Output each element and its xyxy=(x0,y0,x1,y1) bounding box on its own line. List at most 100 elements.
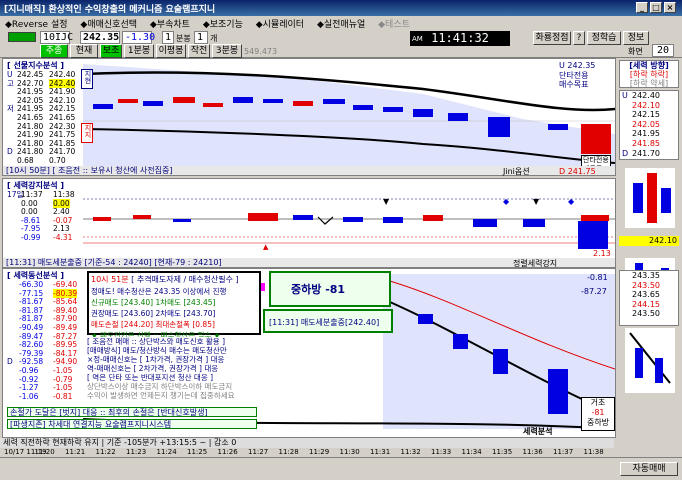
row-value: 0.68 xyxy=(17,156,34,165)
tab-ma[interactable]: 이평봉 xyxy=(156,44,186,58)
direction-sub: [하락 하락] xyxy=(629,70,669,79)
futures-chart xyxy=(82,64,615,175)
bottom-strip: 자동매매 xyxy=(0,457,682,480)
tab-strategy[interactable]: 작전 xyxy=(188,44,210,58)
code-input[interactable]: 10IJC xyxy=(40,31,73,44)
bar xyxy=(493,349,508,374)
tab-current[interactable]: 현재 xyxy=(70,44,98,58)
bar xyxy=(453,334,468,349)
right-row: 242.05 xyxy=(620,120,678,130)
bar xyxy=(581,215,609,221)
status-indicator xyxy=(8,32,36,42)
flow-status-line: -81 xyxy=(591,408,605,417)
power-panel: ▼ ◆ ▼ ◆ ▲ [ 세력강지분석 ] 17일 11:37 11:38 0.00 0.… xyxy=(2,178,616,268)
candle xyxy=(203,103,223,107)
status-text: 세력 직전하락 현재하락 유지 | 기준 -105분가 +13:15:5 ~ |… xyxy=(3,438,237,447)
help-button[interactable]: ? xyxy=(573,31,585,45)
candle xyxy=(263,99,283,103)
row-value: 0.70 xyxy=(49,156,66,165)
bar xyxy=(578,221,608,249)
candle xyxy=(93,104,113,109)
candle xyxy=(293,101,313,106)
menu-item-simulator[interactable]: ◆시뮬레이터 xyxy=(251,16,309,31)
right-row-value: 242.10 xyxy=(632,100,660,110)
time-tick: 11:29 xyxy=(309,448,330,456)
learn-button[interactable]: 정학습 xyxy=(587,31,621,45)
right-price-table: U 242.40 242.10 242.15 242.05 241.95 241.85 D 24… xyxy=(619,90,679,160)
right-row: U 242.40 xyxy=(620,91,678,101)
panel2-footer-text: [11:31] 매도세분출중 [기준-54 : 24240] [현재-79 : … xyxy=(6,258,222,267)
time-tick: 11:30 xyxy=(339,448,360,456)
info-button[interactable]: 정보 xyxy=(623,31,649,45)
right-row: 241.95 xyxy=(620,129,678,139)
time-tick: 11:20 xyxy=(34,448,55,456)
note-line: [ 역은 단타 또는 반대포지션 청산 대응 ] xyxy=(87,373,214,382)
flow-status-line: 중하방 xyxy=(586,418,610,427)
bar xyxy=(173,219,191,222)
right-row-value: 242.40 xyxy=(632,91,660,100)
right-row: 243.65 xyxy=(620,290,678,300)
tab-3min[interactable]: 3분봉 xyxy=(212,44,242,58)
right-row: 241.85 xyxy=(620,139,678,149)
right-row: 244.15 xyxy=(620,300,678,310)
minimize-button[interactable]: _ xyxy=(636,2,648,13)
tab-aux[interactable]: 보조 xyxy=(100,44,122,58)
menu-item-manual[interactable]: ◆실전매뉴얼 xyxy=(312,16,370,31)
direction-sub2: [하락 약세] xyxy=(629,79,669,88)
candle xyxy=(323,99,345,104)
count-input[interactable]: 1 xyxy=(194,31,208,44)
cross-marker xyxy=(317,216,334,225)
time-tick: 11:36 xyxy=(522,448,543,456)
candle xyxy=(647,173,657,223)
menu-item-subchart[interactable]: ◆부속차트 xyxy=(145,16,195,31)
bar xyxy=(548,369,568,414)
menu-item-signal[interactable]: ◆매매신호선택 xyxy=(75,16,142,31)
right-row-value: 243.65 xyxy=(632,290,660,300)
right-row: D 241.70 xyxy=(620,149,678,159)
time-tick: 11:34 xyxy=(461,448,482,456)
strategy-line: 권장매도 [243.60] 2차매도 [243.70] xyxy=(91,309,216,318)
menu-item-test[interactable]: ◆테스트 xyxy=(373,16,415,31)
futures-index-panel: [ 선물지수분석 ] U 242.45 242.40 고 242.70 242.40 241… xyxy=(2,58,616,176)
tab-1min[interactable]: 1분봉 xyxy=(124,44,154,58)
status-bar: 세력 직전하락 현재하락 유지 | 기준 -105분가 +13:15:5 ~ |… xyxy=(0,438,614,448)
right-label-short: 단타전용 xyxy=(559,71,589,80)
right-label-u: U 242.35 xyxy=(559,61,596,70)
strategy-time: 10시 51분 xyxy=(91,275,129,284)
maximize-button[interactable]: □ xyxy=(650,2,662,13)
callout-text: 중하방 -81 xyxy=(291,283,346,296)
candle xyxy=(633,183,643,213)
row-value: -4.31 xyxy=(53,233,73,242)
flow-status-box: 거초 -81 중하방 xyxy=(581,397,615,431)
reverse-button[interactable]: 화룡정점 xyxy=(533,31,571,45)
screen-number[interactable]: 20 xyxy=(652,44,674,57)
time-tick: 11:21 xyxy=(65,448,86,456)
bar xyxy=(635,348,643,378)
price-field: 242.35 xyxy=(80,31,120,44)
direction-box: [세력 방향] [하락 하락] [하락 약세] xyxy=(619,60,679,88)
bar xyxy=(343,217,363,222)
time-tick: 11:31 xyxy=(370,448,391,456)
menu-item-reverse[interactable]: ◆Reverse 설정 xyxy=(0,16,73,31)
bar xyxy=(93,217,111,221)
bar xyxy=(383,217,403,223)
row-value: -0.99 xyxy=(21,233,41,242)
flow-panel: [ 세력동선분석 ] -66.30 -69.40 -77.15 -80.39 -81.6… xyxy=(2,268,616,438)
candle xyxy=(488,117,510,137)
right-label-target: 매수목표 xyxy=(559,80,589,89)
marker-diamond: ◆ xyxy=(568,197,575,206)
notes-box: [ 조음전 매매 :: 상단박스와 매도신호 활용 ] [매매방식] 매도/청산… xyxy=(87,337,261,403)
menu-bar: ◆Reverse 설정 ◆매매신호선택 ◆부속차트 ◆보조기능 ◆시뮬레이터 ◆… xyxy=(0,16,682,30)
right-row: 243.50 xyxy=(620,309,678,319)
menu-item-aux[interactable]: ◆보조기능 xyxy=(198,16,248,31)
candle xyxy=(173,97,195,103)
bar xyxy=(418,314,433,324)
row-key: D xyxy=(7,147,13,157)
auto-trade-button[interactable]: 자동매매 xyxy=(620,462,678,476)
note-line: 수익이 발생하면 언제든지 챙기는데 집중하세요 xyxy=(87,391,235,400)
interval-input[interactable]: 1 xyxy=(162,31,174,44)
row-key: 고 xyxy=(7,78,14,88)
tab-chase[interactable]: 추종 xyxy=(40,44,68,58)
time-tick: 11:23 xyxy=(126,448,147,456)
close-button[interactable]: × xyxy=(664,2,676,13)
